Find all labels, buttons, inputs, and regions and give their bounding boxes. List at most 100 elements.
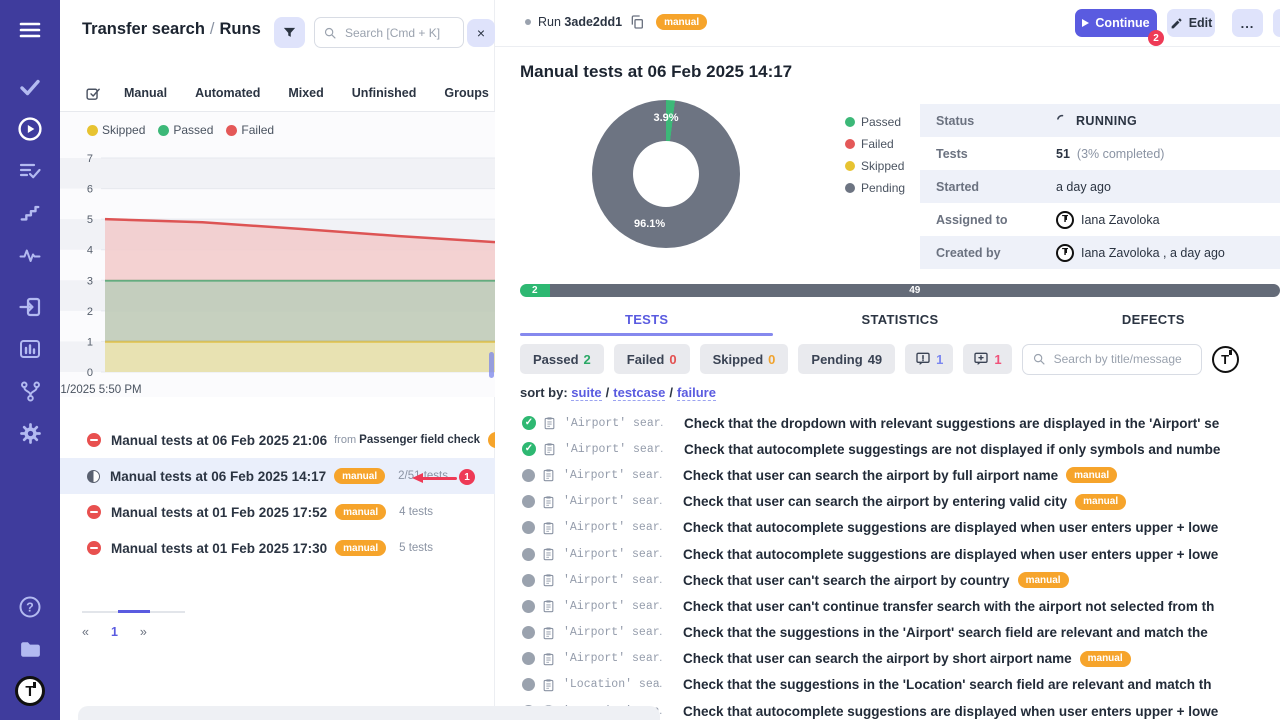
test-suite-name[interactable]: 'Airport' sear… (564, 417, 663, 430)
tab-tests[interactable]: TESTS (520, 303, 773, 336)
test-suite-name[interactable]: 'Airport' sear… (563, 469, 662, 482)
test-suite-name[interactable]: 'Airport' sear… (563, 600, 662, 613)
test-row[interactable]: 'Airport' sear… Check that autocomplete … (495, 436, 1280, 462)
created-value[interactable]: Iana Zavoloka , a day ago (1081, 246, 1225, 260)
tab-manual[interactable]: Manual (124, 86, 167, 100)
test-search-input[interactable] (1052, 351, 1192, 367)
sort-by-testcase[interactable]: testcase (613, 385, 665, 401)
tab-statistics[interactable]: STATISTICS (773, 303, 1026, 336)
copy-icon[interactable] (629, 14, 645, 30)
runs-icon[interactable] (0, 108, 60, 150)
settings-gear-icon[interactable] (0, 412, 60, 454)
test-suite-name[interactable]: 'Airport' sear… (563, 574, 662, 587)
runs-search-box[interactable] (314, 17, 464, 48)
tab-automated[interactable]: Automated (195, 86, 260, 100)
tab-defects[interactable]: DEFECTS (1027, 303, 1280, 336)
breadcrumb-current[interactable]: Runs (220, 20, 261, 38)
legend-skipped[interactable]: Skipped (87, 123, 145, 137)
tests-icon[interactable] (0, 66, 60, 108)
donut-legend-item[interactable]: Skipped (845, 159, 905, 173)
test-title[interactable]: Check that user can search the airport b… (683, 468, 1058, 483)
legend-failed[interactable]: Failed (226, 123, 274, 137)
analytics-icon[interactable] (0, 234, 60, 276)
menu-icon[interactable] (0, 0, 60, 60)
test-row[interactable]: 'Location' sea… Check that the suggestio… (495, 672, 1280, 698)
reports-icon[interactable] (0, 328, 60, 370)
chip-comments[interactable]: 1 (905, 344, 953, 374)
select-all-icon[interactable] (85, 85, 102, 102)
filter-button[interactable] (274, 17, 305, 48)
user-avatar[interactable]: T (1212, 346, 1239, 373)
sort-by-failure[interactable]: failure (677, 385, 716, 401)
test-search-box[interactable] (1022, 344, 1202, 375)
left-panel-scrollbar[interactable] (489, 352, 494, 378)
donut-legend-item[interactable]: Pending (845, 181, 905, 195)
test-row[interactable]: 'Airport' sear… Check that autocomplete … (495, 515, 1280, 541)
test-title[interactable]: Check that user can't search the airport… (683, 573, 1010, 588)
assigned-value[interactable]: Iana Zavoloka (1081, 213, 1160, 227)
chip-pending[interactable]: Pending49 (798, 344, 895, 374)
run-row-4[interactable]: Manual tests at 01 Feb 2025 17:30 manual… (60, 530, 495, 566)
test-title[interactable]: Check that autocomplete suggestions are … (683, 520, 1218, 535)
test-row[interactable]: 'Airport' sear… Check that user can sear… (495, 489, 1280, 515)
pagination-page-1[interactable]: 1 (111, 625, 118, 639)
breadcrumb[interactable]: Transfer search/Runs (82, 20, 261, 39)
clipped-edge-button[interactable] (1273, 9, 1280, 37)
chip-passed[interactable]: Passed2 (520, 344, 604, 374)
test-title[interactable]: Check that user can't continue transfer … (683, 599, 1214, 614)
test-title[interactable]: Check that the suggestions in the 'Airpo… (683, 625, 1208, 640)
continue-button[interactable]: Continue (1075, 9, 1157, 37)
test-row[interactable]: 'Airport' sear… Check that the suggestio… (495, 620, 1280, 646)
test-suite-name[interactable]: 'Airport' sear… (563, 521, 662, 534)
test-suite-name[interactable]: 'Airport' sear… (563, 548, 662, 561)
workspace-logo[interactable]: T (0, 670, 60, 712)
test-suite-name[interactable]: 'Airport' sear… (564, 443, 663, 456)
run-title[interactable]: Manual tests at 01 Feb 2025 17:30 (111, 541, 327, 556)
chip-failed[interactable]: Failed0 (614, 344, 690, 374)
milestones-icon[interactable] (0, 192, 60, 234)
breadcrumb-parent[interactable]: Transfer search (82, 20, 205, 38)
legend-passed[interactable]: Passed (158, 123, 213, 137)
test-title[interactable]: Check that autocomplete suggestions are … (683, 704, 1218, 719)
test-suite-name[interactable]: 'Airport' sear… (563, 652, 662, 665)
test-row[interactable]: 'Airport' sear… Check that autocomplete … (495, 541, 1280, 567)
test-title[interactable]: Check that autocomplete suggestings are … (684, 442, 1220, 457)
close-search-button[interactable]: × (467, 19, 495, 47)
tab-groups[interactable]: Groups (444, 86, 488, 100)
test-suite-name[interactable]: 'Airport' sear… (563, 626, 662, 639)
run-title[interactable]: Manual tests at 06 Feb 2025 14:17 (110, 469, 326, 484)
test-title[interactable]: Check that the dropdown with relevant su… (684, 416, 1219, 431)
test-row[interactable]: 'Airport' sear… Check that the dropdown … (495, 410, 1280, 436)
branches-icon[interactable] (0, 370, 60, 412)
tab-unfinished[interactable]: Unfinished (352, 86, 417, 100)
import-icon[interactable] (0, 286, 60, 328)
test-title[interactable]: Check that the suggestions in the 'Locat… (683, 677, 1212, 692)
test-row[interactable]: 'Airport' sear… Check that user can sear… (495, 462, 1280, 488)
test-suite-name[interactable]: 'Location' sea… (563, 678, 662, 691)
run-title[interactable]: Manual tests at 06 Feb 2025 21:06 (111, 433, 327, 448)
help-icon[interactable]: ? (0, 586, 60, 628)
test-suite-name[interactable]: 'Airport' sear… (563, 495, 662, 508)
pagination-prev[interactable]: « (82, 625, 89, 639)
chip-skipped[interactable]: Skipped0 (700, 344, 789, 374)
projects-folder-icon[interactable] (0, 628, 60, 670)
tab-mixed[interactable]: Mixed (288, 86, 323, 100)
test-row[interactable]: 'Airport' sear… Check that user can't se… (495, 567, 1280, 593)
donut-legend-item[interactable]: Failed (845, 137, 905, 151)
runs-search-input[interactable] (343, 25, 443, 41)
test-title[interactable]: Check that user can search the airport b… (683, 651, 1072, 666)
pagination-next[interactable]: » (140, 625, 147, 639)
edit-button[interactable]: Edit (1167, 9, 1215, 37)
run-row-3[interactable]: Manual tests at 01 Feb 2025 17:52 manual… (60, 494, 495, 530)
test-plans-icon[interactable] (0, 150, 60, 192)
more-actions-button[interactable]: ... (1232, 9, 1263, 37)
test-title[interactable]: Check that user can search the airport b… (683, 494, 1067, 509)
test-row[interactable]: 'Airport' sear… Check that user can sear… (495, 646, 1280, 672)
run-row-1[interactable]: Manual tests at 06 Feb 2025 21:06 from P… (60, 422, 495, 458)
chip-defects[interactable]: 1 (963, 344, 1011, 374)
test-title[interactable]: Check that autocomplete suggestions are … (683, 547, 1218, 562)
sort-by-suite[interactable]: suite (571, 385, 601, 401)
test-row[interactable]: 'Airport' sear… Check that user can't co… (495, 593, 1280, 619)
donut-legend-item[interactable]: Passed (845, 115, 905, 129)
run-title[interactable]: Manual tests at 01 Feb 2025 17:52 (111, 505, 327, 520)
